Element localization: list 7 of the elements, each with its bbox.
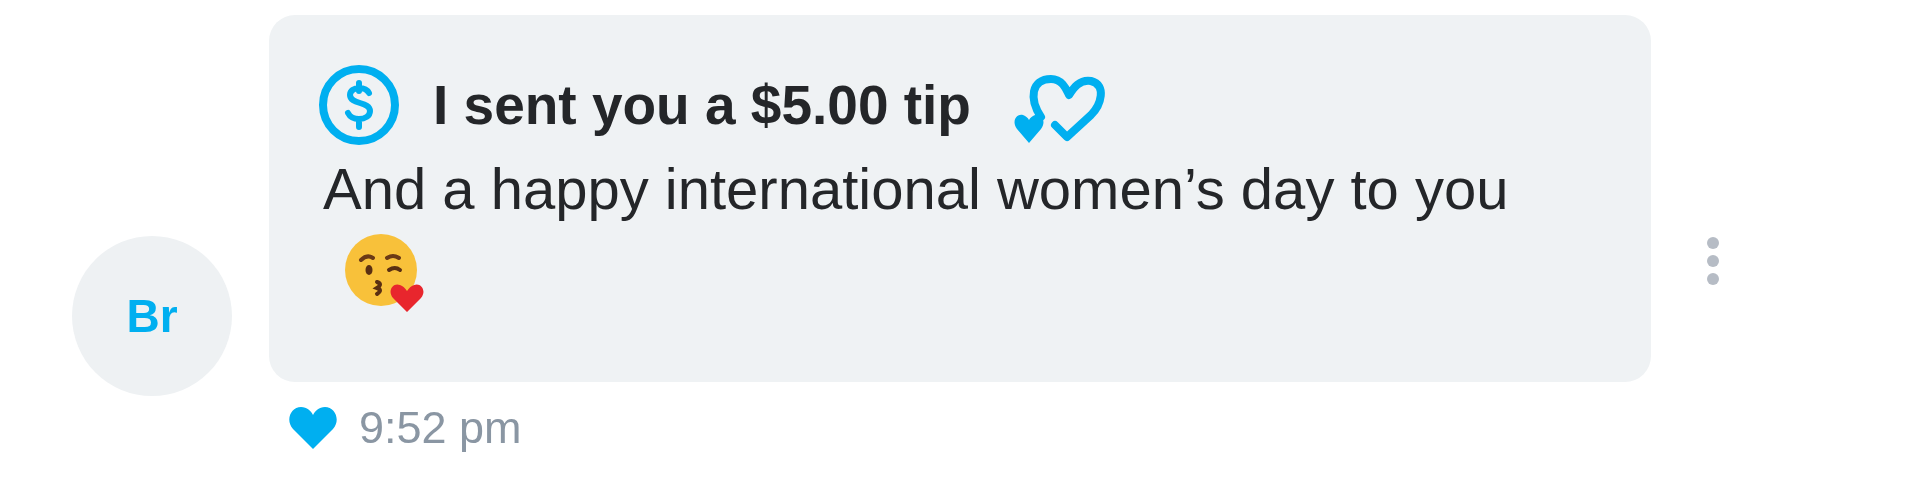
avatar[interactable]: Br [72, 236, 232, 396]
message-time: 9:52 pm [359, 402, 522, 454]
message-text: And a happy international women’s day to you [323, 156, 1509, 221]
more-options-icon[interactable] [1705, 237, 1721, 285]
tip-title: I sent you a $5.00 tip [433, 73, 971, 138]
heart-icon[interactable] [287, 405, 339, 451]
dollar-icon [317, 63, 401, 147]
